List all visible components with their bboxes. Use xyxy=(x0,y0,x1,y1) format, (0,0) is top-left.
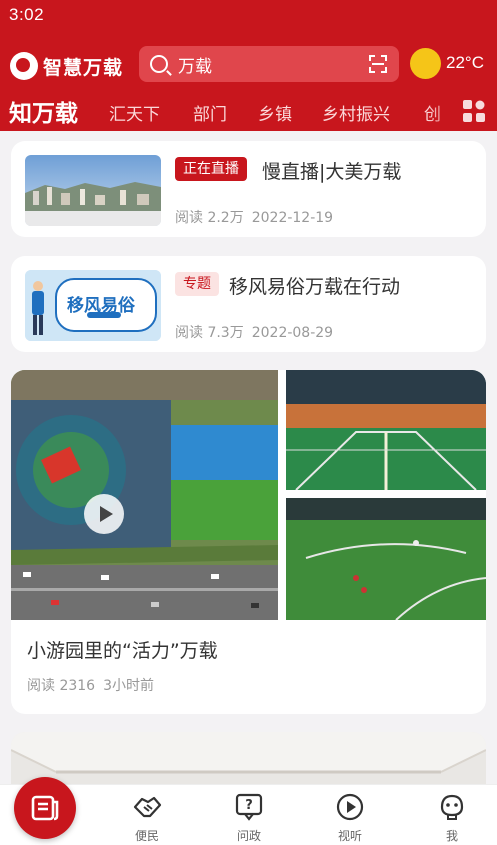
article-title: 慢直播|大美万载 xyxy=(262,161,402,183)
publish-date: 2022-12-19 xyxy=(251,210,334,226)
tab-huitianxia[interactable]: 汇天下 xyxy=(109,100,160,125)
read-count: 阅读 7.3万 xyxy=(175,325,244,341)
publish-date: 2022-08-29 xyxy=(251,325,334,341)
newspaper-icon xyxy=(31,795,59,821)
profile-icon xyxy=(440,794,464,820)
home-news-button[interactable] xyxy=(14,777,76,839)
svg-text:?: ? xyxy=(245,798,253,813)
article-thumbnail xyxy=(25,155,161,226)
article-meta: 阅读 2.2万 2022-12-19 xyxy=(175,207,333,227)
app-header: 3:02 智慧万载 万载 22°C 知万载 汇天下 部门 乡镇 乡村振兴 创 xyxy=(0,0,497,131)
app-name: 智慧万载 xyxy=(43,56,124,79)
read-count: 阅读 2.2万 xyxy=(175,210,244,226)
next-article-card[interactable] xyxy=(11,732,486,792)
nav-label: 问政 xyxy=(236,829,261,843)
nav-me[interactable]: 我 xyxy=(422,793,482,844)
topic-badge: 专题 xyxy=(175,272,219,296)
live-badge: 正在直播 xyxy=(175,157,247,181)
nav-shiting[interactable]: 视听 xyxy=(320,793,380,844)
tab-xiangzhen[interactable]: 乡镇 xyxy=(258,100,292,125)
article-meta: 阅读 7.3万 2022-08-29 xyxy=(175,322,333,342)
video-play-icon[interactable] xyxy=(84,494,124,534)
search-text: 万载 xyxy=(178,56,212,77)
article-card-live[interactable]: 正在直播 慢直播|大美万载 阅读 2.2万 2022-12-19 xyxy=(11,141,486,237)
nav-label: 便民 xyxy=(134,829,159,843)
play-circle-icon xyxy=(336,793,364,821)
nav-label: 视听 xyxy=(337,829,362,843)
nav-bianmin[interactable]: 便民 xyxy=(117,793,177,844)
tab-zhiwanzai[interactable]: 知万载 xyxy=(9,94,78,128)
feature-title: 小游园里的“活力”万载 xyxy=(27,640,218,662)
feature-article-card[interactable]: 小游园里的“活力”万载 阅读 2316 3小时前 xyxy=(11,370,486,714)
tab-bumen[interactable]: 部门 xyxy=(193,100,227,125)
feature-meta: 阅读 2316 3小时前 xyxy=(27,675,154,695)
nav-wenzheng[interactable]: ? 问政 xyxy=(219,793,279,844)
logo-icon xyxy=(10,52,38,80)
question-bubble-icon: ? xyxy=(235,793,263,821)
tab-xiangcun-zhenxing[interactable]: 乡村振兴 xyxy=(322,100,390,125)
search-bar[interactable]: 万载 xyxy=(139,46,399,82)
thumbnail-text: 移风易俗 xyxy=(67,296,135,316)
channel-grid-icon[interactable] xyxy=(462,99,486,123)
article-title: 移风易俗万载在行动 xyxy=(229,276,401,298)
status-time: 3:02 xyxy=(9,5,45,24)
sun-icon[interactable] xyxy=(410,48,441,79)
article-card-topic[interactable]: 移风易俗 专题 移风易俗万载在行动 阅读 7.3万 2022-08-29 xyxy=(11,256,486,352)
read-count: 阅读 2316 xyxy=(27,678,96,694)
temperature: 22°C xyxy=(446,53,484,72)
nav-label: 我 xyxy=(445,829,458,843)
handshake-icon xyxy=(133,796,162,818)
app-logo[interactable]: 智慧万载 xyxy=(10,52,123,80)
feature-image-park xyxy=(11,370,278,620)
publish-time: 3小时前 xyxy=(103,678,155,694)
feature-image-soccer xyxy=(286,498,486,620)
scan-icon[interactable] xyxy=(369,55,387,73)
search-icon xyxy=(150,55,168,73)
article-thumbnail: 移风易俗 xyxy=(25,270,161,341)
feature-image-badminton xyxy=(286,370,486,490)
channel-tabs: 知万载 汇天下 部门 乡镇 乡村振兴 创 xyxy=(0,94,497,131)
